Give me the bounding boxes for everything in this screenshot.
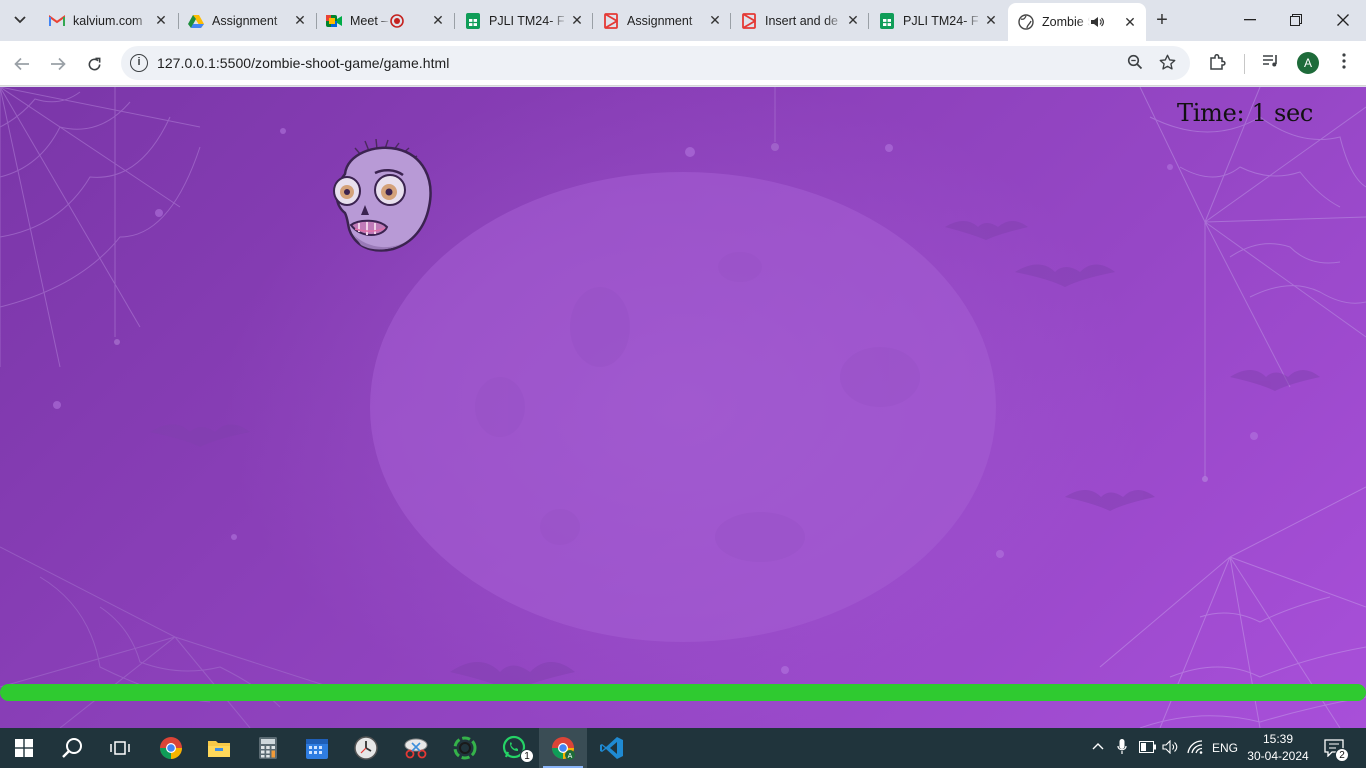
calendar-icon[interactable]: [293, 728, 341, 768]
file-explorer-icon[interactable]: [195, 728, 243, 768]
tab-close-icon[interactable]: ✕: [430, 12, 446, 29]
clock-time: 15:39: [1262, 732, 1294, 746]
spider-web-top-right: [1139, 87, 1366, 477]
site-info-icon[interactable]: i: [130, 54, 148, 72]
reload-icon[interactable]: [82, 52, 106, 76]
moon: [370, 172, 996, 642]
health-bar: [0, 684, 1366, 701]
timer-unit: sec: [1273, 99, 1313, 127]
url-text[interactable]: 127.0.0.1:5500/zombie-shoot-game/game.ht…: [157, 55, 449, 71]
tab-meet[interactable]: Meet – n ✕: [316, 6, 454, 35]
extensions-puzzle-icon[interactable]: [1208, 53, 1228, 73]
toolbar-divider: [1244, 54, 1245, 74]
language-indicator[interactable]: ENG: [1212, 741, 1238, 755]
tab-close-icon[interactable]: ✕: [153, 12, 169, 29]
timer-value: 1: [1251, 99, 1267, 127]
microphone-icon[interactable]: [1117, 739, 1127, 758]
tab-title: Meet – n: [350, 13, 390, 28]
tab-gmail[interactable]: kalvium.com ✕: [39, 6, 177, 35]
tab-sheets[interactable]: PJLI TM24- F ✕: [869, 6, 1007, 35]
close-window-icon[interactable]: [1320, 6, 1366, 34]
battery-icon[interactable]: [1139, 741, 1157, 756]
audio-playing-icon[interactable]: [1090, 15, 1104, 29]
whatsapp-icon[interactable]: 1: [490, 728, 538, 768]
tab-close-icon[interactable]: ✕: [983, 12, 999, 29]
tab-kalvium-assignment[interactable]: Assignment ✕: [593, 6, 731, 35]
vscode-icon[interactable]: [588, 728, 636, 768]
forward-arrow-icon[interactable]: [46, 52, 70, 76]
address-bar[interactable]: i 127.0.0.1:5500/zombie-shoot-game/game.…: [121, 46, 1190, 80]
new-tab-icon[interactable]: +: [1151, 9, 1173, 31]
tab-kalvium-insert[interactable]: Insert and de ✕: [731, 6, 869, 35]
tab-zombie-game[interactable]: Zombie S ✕: [1008, 3, 1146, 41]
chrome-icon[interactable]: [147, 728, 195, 768]
start-icon[interactable]: [0, 728, 48, 768]
media-control-icon[interactable]: [1261, 53, 1281, 73]
search-icon[interactable]: [48, 728, 96, 768]
tab-title: PJLI TM24- F: [903, 13, 979, 28]
game-viewport[interactable]: Time: 1 sec: [0, 87, 1366, 728]
tab-search-chevron-icon[interactable]: [7, 8, 33, 32]
sheets-icon: [879, 12, 895, 29]
clock-icon[interactable]: [342, 728, 390, 768]
tab-drive[interactable]: Assignment ✕: [178, 6, 316, 35]
calculator-icon[interactable]: [244, 728, 292, 768]
bookmark-star-icon[interactable]: [1158, 54, 1176, 72]
system-clock[interactable]: 15:39 30-04-2024: [1246, 731, 1310, 765]
meet-icon: [326, 13, 342, 29]
notification-count-badge: 2: [1335, 748, 1349, 762]
back-arrow-icon[interactable]: [10, 52, 34, 76]
drive-icon: [188, 13, 204, 29]
wifi-icon[interactable]: [1187, 740, 1203, 757]
minimize-icon[interactable]: [1227, 6, 1273, 34]
kalvium-icon: [741, 12, 757, 29]
tab-strip: kalvium.com ✕ Assignment ✕ Meet – n ✕ PJ…: [0, 0, 1366, 41]
task-view-icon[interactable]: [96, 728, 144, 768]
tab-title: Zombie S: [1042, 15, 1090, 29]
halloween-background: [0, 87, 1366, 728]
recording-icon: [390, 13, 404, 28]
volume-icon[interactable]: [1162, 739, 1180, 757]
zoom-icon[interactable]: [1126, 54, 1144, 72]
snipping-tool-icon[interactable]: [392, 728, 440, 768]
sheets-icon: [465, 12, 481, 29]
restore-icon[interactable]: [1273, 6, 1319, 34]
tab-close-icon[interactable]: ✕: [292, 12, 308, 29]
profile-avatar[interactable]: A: [1297, 52, 1319, 74]
tab-title: PJLI TM24- F: [489, 13, 565, 28]
svg-text:A: A: [568, 753, 573, 760]
tab-title: kalvium.com: [73, 13, 143, 28]
tab-title: Insert and de: [765, 13, 838, 28]
tab-title: Assignment: [212, 13, 278, 28]
timer-display: Time: 1 sec: [1177, 99, 1313, 127]
tab-close-icon[interactable]: ✕: [845, 12, 861, 29]
tab-close-icon[interactable]: ✕: [707, 12, 723, 29]
browser-toolbar: i 127.0.0.1:5500/zombie-shoot-game/game.…: [0, 41, 1366, 86]
windows-taskbar: 1 A ENG 15:39 30-04-2024 2: [0, 728, 1366, 768]
clock-date: 30-04-2024: [1247, 749, 1309, 763]
tab-title: Assignment: [627, 13, 693, 28]
whatsapp-badge: 1: [520, 749, 534, 763]
tab-sheets[interactable]: PJLI TM24- F ✕: [455, 6, 593, 35]
tab-close-icon[interactable]: ✕: [569, 12, 585, 29]
spider-web-top-left: [0, 87, 201, 368]
kalvium-icon: [603, 12, 619, 29]
tab-close-icon[interactable]: ✕: [1122, 14, 1138, 31]
kebab-menu-icon[interactable]: [1334, 53, 1354, 73]
chrome-active-icon[interactable]: A: [539, 728, 587, 768]
gmail-icon: [49, 13, 65, 29]
refresh-app-icon[interactable]: [441, 728, 489, 768]
globe-icon: [1018, 14, 1034, 30]
zombie-head-target[interactable]: [325, 139, 443, 257]
timer-label: Time:: [1177, 99, 1245, 127]
tray-chevron-icon[interactable]: [1092, 738, 1104, 753]
